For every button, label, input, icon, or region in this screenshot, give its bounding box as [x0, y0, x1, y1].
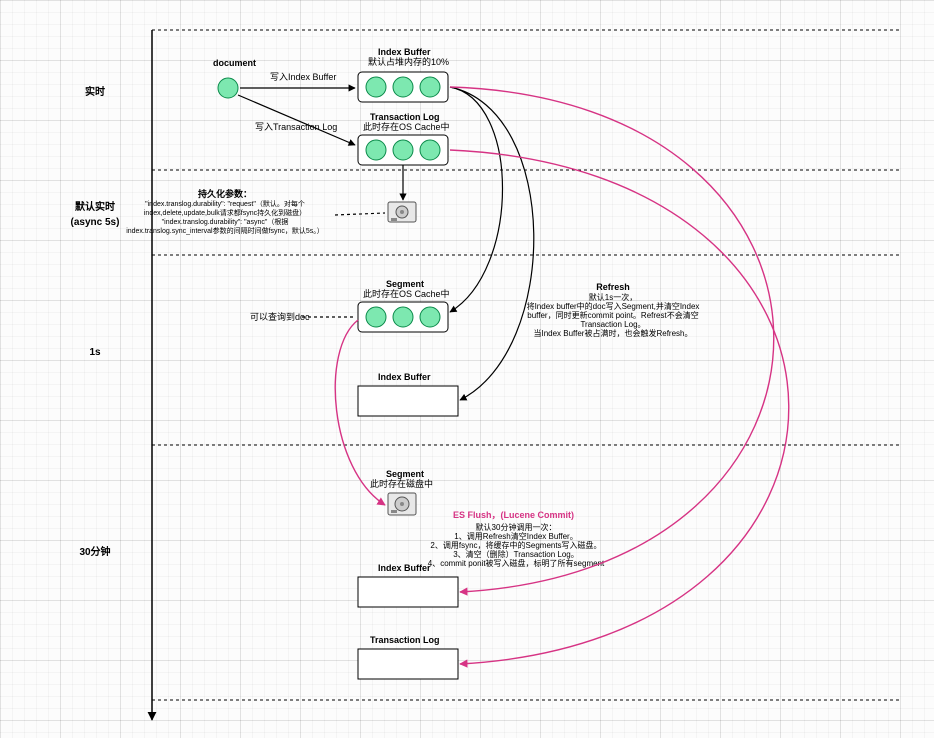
refresh-l3: buffer，同时更新commit point。Refrest不会清空 [527, 310, 698, 320]
refresh-l4: Transaction Log。 [580, 320, 645, 329]
refresh-title: Refresh [596, 282, 630, 292]
durability-l2: "index.translog.durability": "request"（默… [145, 199, 305, 208]
row-label-realtime: 实时 [85, 85, 105, 98]
flush-l2: 1、调用Refresh清空Index Buffer。 [454, 531, 577, 541]
row-label-default-realtime: 默认实时 [75, 200, 115, 213]
index-buffer-top: Index Buffer 默认占堆内存的10% [358, 47, 449, 102]
document-label: document [213, 58, 256, 68]
refresh-note: Refresh 默认1s一次， 将Index buffer中的doc写入Segm… [527, 282, 700, 338]
index-buffer-top-title: Index Buffer [378, 47, 431, 57]
segment-disk-subtitle: 此时存在磁盘中 [370, 478, 433, 489]
refresh-l5: 当Index Buffer被占满时，也会触发Refresh。 [533, 328, 692, 338]
translog-top-subtitle: 此时存在OS Cache中 [363, 121, 450, 132]
segment-os-subtitle: 此时存在OS Cache中 [363, 288, 450, 299]
disk-icon-segment [388, 493, 416, 515]
curve-indexbuf-to-segment [450, 87, 503, 312]
refresh-l2: 将Index buffer中的doc写入Segment,并清空Index [527, 301, 700, 311]
arrow-to-translog [238, 95, 355, 145]
arrow-label-index-buffer: 写入Index Buffer [270, 72, 336, 82]
index-buffer-bottom: Index Buffer [358, 563, 458, 607]
durability-l1: 持久化参数： [198, 188, 252, 199]
segment-disk: Segment 此时存在磁盘中 [370, 469, 433, 515]
flush-l3: 2、调用fsync，将缓存中的Segments写入磁盘。 [430, 540, 601, 550]
flush-l5: 4、commit ponit被写入磁盘，标明了所有segment [428, 558, 605, 568]
durability-note: 持久化参数： "index.translog.durability": "req… [126, 188, 324, 235]
segment-disk-title: Segment [386, 469, 424, 479]
flush-l1: 默认30分钟调用一次： [476, 522, 557, 532]
disk-icon-durability [388, 202, 416, 222]
durability-l3: index,delete,update,bulk请求都fsync持久化到磁盘） [144, 208, 306, 217]
row-label-default-realtime-sub: (async 5s) [71, 217, 120, 228]
row-label-30min: 30分钟 [79, 545, 110, 558]
index-buffer-top-subtitle: 默认占堆内存的10% [368, 56, 449, 67]
can-query-doc: 可以查询到doc [250, 311, 310, 322]
flush-note: ES Flush，(Lucene Commit) 默认30分钟调用一次： 1、调… [428, 510, 605, 568]
durability-l5: index.translog.sync_interval参数的间隔时间做fsyn… [126, 226, 324, 235]
transaction-log-bottom: Transaction Log [358, 635, 458, 679]
refresh-l1: 默认1s一次， [589, 292, 637, 302]
translog-top-title: Transaction Log [370, 112, 440, 122]
curve-indexbuf-to-indexbuf-mid [450, 87, 534, 400]
flush-title: ES Flush，(Lucene Commit) [453, 510, 574, 520]
pink-translog-to-bot [450, 150, 789, 664]
note-to-disk-dash [335, 213, 385, 215]
segment-os-title: Segment [386, 279, 424, 289]
durability-l4: "index.translog.durability": "async"（根据 [162, 217, 289, 226]
row-label-1s: 1s [89, 347, 101, 358]
translog-bot-title: Transaction Log [370, 635, 440, 645]
segment-os-cache: Segment 此时存在OS Cache中 [358, 279, 450, 332]
document-icon [218, 78, 238, 98]
index-buffer-mid: Index Buffer [358, 372, 458, 416]
arrow-label-translog: 写入Transaction Log [255, 122, 337, 132]
index-buffer-bot-title: Index Buffer [378, 563, 431, 573]
flush-l4: 3、清空（删除）Transaction Log。 [453, 549, 579, 559]
transaction-log-top: Transaction Log 此时存在OS Cache中 [358, 112, 450, 165]
index-buffer-mid-title: Index Buffer [378, 372, 431, 382]
